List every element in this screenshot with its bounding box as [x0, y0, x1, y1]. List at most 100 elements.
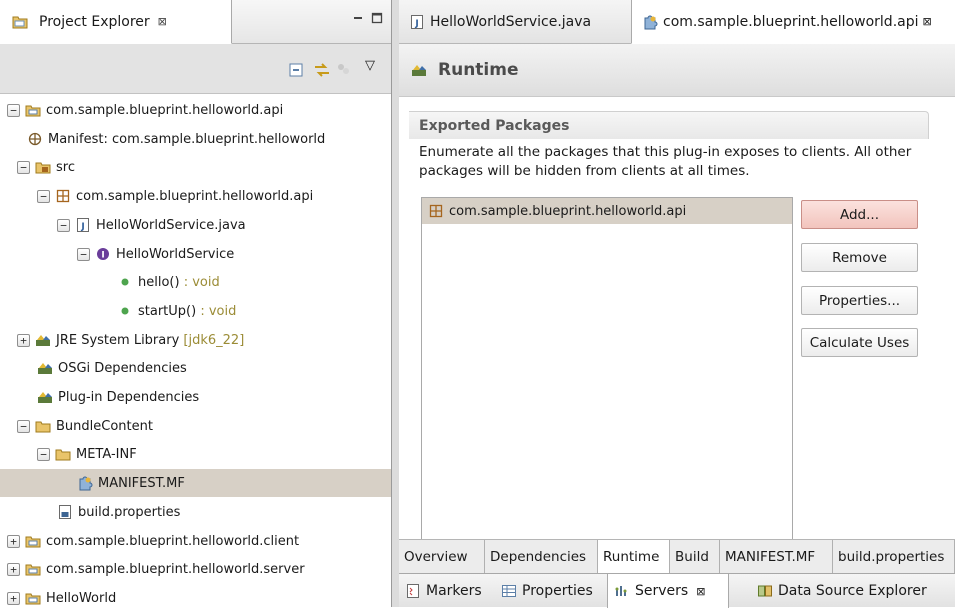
tree-item[interactable]: + com.sample.blueprint.helloworld.server: [0, 555, 391, 583]
editor-tab-helloworldservice[interactable]: J HelloWorldService.java: [399, 0, 631, 44]
close-view-icon[interactable]: ⊠: [696, 585, 705, 598]
collapse-icon[interactable]: −: [37, 447, 50, 461]
view-menu-icon[interactable]: ▽: [365, 58, 375, 73]
maximize-icon[interactable]: [371, 12, 383, 28]
minimize-icon[interactable]: [352, 12, 364, 28]
tree-item-label: META-INF: [76, 446, 137, 462]
project-folder-icon: [25, 593, 41, 605]
tree-item-label: Manifest: com.sample.blueprint.helloworl…: [48, 131, 326, 147]
project-folder-icon: [25, 536, 41, 548]
view-splitter[interactable]: [392, 0, 399, 607]
tree-item-decoration: [jdk6_22]: [179, 332, 245, 348]
list-item[interactable]: com.sample.blueprint.helloworld.api: [422, 198, 792, 224]
method-icon: [121, 278, 129, 286]
tree-item[interactable]: − J HelloWorldService.java: [0, 211, 391, 239]
expand-icon[interactable]: +: [17, 333, 30, 347]
bottom-views-tabbar: Markers Properties Servers ⊠ Data Source…: [399, 573, 955, 608]
project-explorer-view: Project Explorer ⊠ ▽ − com.sample.bluepri…: [0, 0, 392, 607]
calculate-uses-button[interactable]: Calculate Uses: [801, 328, 918, 357]
svg-text:J: J: [80, 222, 84, 232]
exported-packages-section-title: Exported Packages: [409, 111, 929, 139]
page-title: Runtime: [438, 60, 519, 80]
manifest-editor: J HelloWorldService.java com.sample.blue…: [399, 0, 955, 573]
java-file-icon: J: [411, 15, 423, 29]
svg-text:J: J: [414, 19, 418, 29]
interface-icon: I: [97, 248, 109, 261]
package-icon: [56, 189, 70, 203]
expand-icon[interactable]: +: [7, 534, 20, 548]
page-tab-dependencies[interactable]: Dependencies: [485, 540, 598, 573]
properties-file-icon: [59, 505, 71, 519]
page-tab-build-properties[interactable]: build.properties: [833, 540, 955, 573]
add-button[interactable]: Add...: [801, 200, 918, 229]
expand-icon[interactable]: +: [7, 562, 20, 576]
svg-text:I: I: [101, 251, 104, 261]
properties-icon: [502, 585, 516, 597]
tree-item[interactable]: Manifest: com.sample.blueprint.helloworl…: [0, 125, 391, 153]
tree-item[interactable]: + HelloWorld: [0, 584, 391, 612]
link-with-editor-icon[interactable]: [313, 62, 331, 82]
collapse-icon[interactable]: −: [17, 419, 30, 433]
collapse-icon[interactable]: −: [57, 218, 70, 232]
collapse-icon[interactable]: −: [77, 247, 90, 261]
editor-tab-label: com.sample.blueprint.helloworld.api: [663, 13, 919, 30]
library-icon: [36, 335, 50, 346]
tab-markers[interactable]: Markers: [399, 574, 495, 608]
tab-label: Servers: [635, 583, 689, 599]
collapse-icon[interactable]: −: [7, 103, 20, 117]
collapse-icon[interactable]: −: [17, 160, 30, 174]
tree-item[interactable]: Plug-in Dependencies: [0, 383, 391, 411]
tree-item[interactable]: + com.sample.blueprint.helloworld.client: [0, 527, 391, 555]
tree-item-label: BundleContent: [56, 418, 153, 434]
close-editor-icon[interactable]: ⊠: [923, 15, 932, 28]
tree-item-label: MANIFEST.MF: [98, 475, 185, 491]
library-icon: [38, 392, 52, 403]
project-explorer-tab[interactable]: Project Explorer ⊠: [0, 0, 232, 44]
editor-tab-label: HelloWorldService.java: [430, 14, 592, 30]
tree-item[interactable]: + JRE System Library [jdk6_22]: [0, 326, 391, 354]
filter-icon[interactable]: [336, 62, 350, 80]
tree-item[interactable]: − BundleContent: [0, 412, 391, 440]
tree-item[interactable]: − META-INF: [0, 440, 391, 468]
tree-item[interactable]: MANIFEST.MF: [0, 469, 391, 497]
tree-item[interactable]: − com.sample.blueprint.helloworld.api: [0, 96, 391, 124]
page-tab-runtime[interactable]: Runtime: [598, 540, 670, 573]
exported-packages-description: Enumerate all the packages that this plu…: [419, 144, 912, 179]
page-tab-manifest-mf[interactable]: MANIFEST.MF: [720, 540, 833, 573]
tree-item[interactable]: build.properties: [0, 498, 391, 526]
close-view-icon[interactable]: ⊠: [158, 15, 167, 28]
tab-label: Properties: [522, 583, 593, 599]
plugin-manifest-icon: [644, 15, 658, 29]
page-tab-build[interactable]: Build: [670, 540, 720, 573]
tab-properties[interactable]: Properties: [495, 574, 607, 608]
project-tree: − com.sample.blueprint.helloworld.api Mani…: [0, 94, 391, 607]
tree-item[interactable]: − src: [0, 153, 391, 181]
expand-icon[interactable]: +: [7, 591, 20, 605]
manifest-file-icon: [79, 476, 93, 491]
data-source-explorer-icon: [758, 585, 772, 597]
tab-label: Data Source Explorer: [778, 583, 927, 599]
tree-item[interactable]: − I HelloWorldService: [0, 240, 391, 268]
tree-item[interactable]: OSGi Dependencies: [0, 354, 391, 382]
project-explorer-icon: [12, 16, 28, 28]
exported-packages-list[interactable]: com.sample.blueprint.helloworld.api: [421, 197, 793, 550]
tab-servers[interactable]: Servers ⊠: [607, 574, 729, 608]
tree-item[interactable]: − com.sample.blueprint.helloworld.api: [0, 182, 391, 210]
collapse-all-icon[interactable]: [288, 62, 304, 82]
properties-button[interactable]: Properties...: [801, 286, 918, 315]
tab-data-source-explorer[interactable]: Data Source Explorer: [751, 574, 945, 608]
servers-icon: [615, 586, 627, 596]
project-folder-icon: [25, 564, 41, 576]
collapse-icon[interactable]: −: [37, 189, 50, 203]
tree-item[interactable]: startUp() : void: [0, 297, 391, 325]
package-icon: [429, 204, 443, 218]
project-explorer-toolbar: ▽: [0, 44, 391, 94]
library-icon: [38, 363, 52, 374]
page-tab-overview[interactable]: Overview: [399, 540, 485, 573]
tree-item[interactable]: hello() : void: [0, 268, 391, 296]
editor-tab-manifest[interactable]: com.sample.blueprint.helloworld.api ⊠: [631, 0, 955, 44]
remove-button[interactable]: Remove: [801, 243, 918, 272]
project-folder-icon: [25, 105, 41, 117]
tree-item-label: src: [56, 159, 75, 175]
tree-item-label: build.properties: [78, 504, 181, 520]
